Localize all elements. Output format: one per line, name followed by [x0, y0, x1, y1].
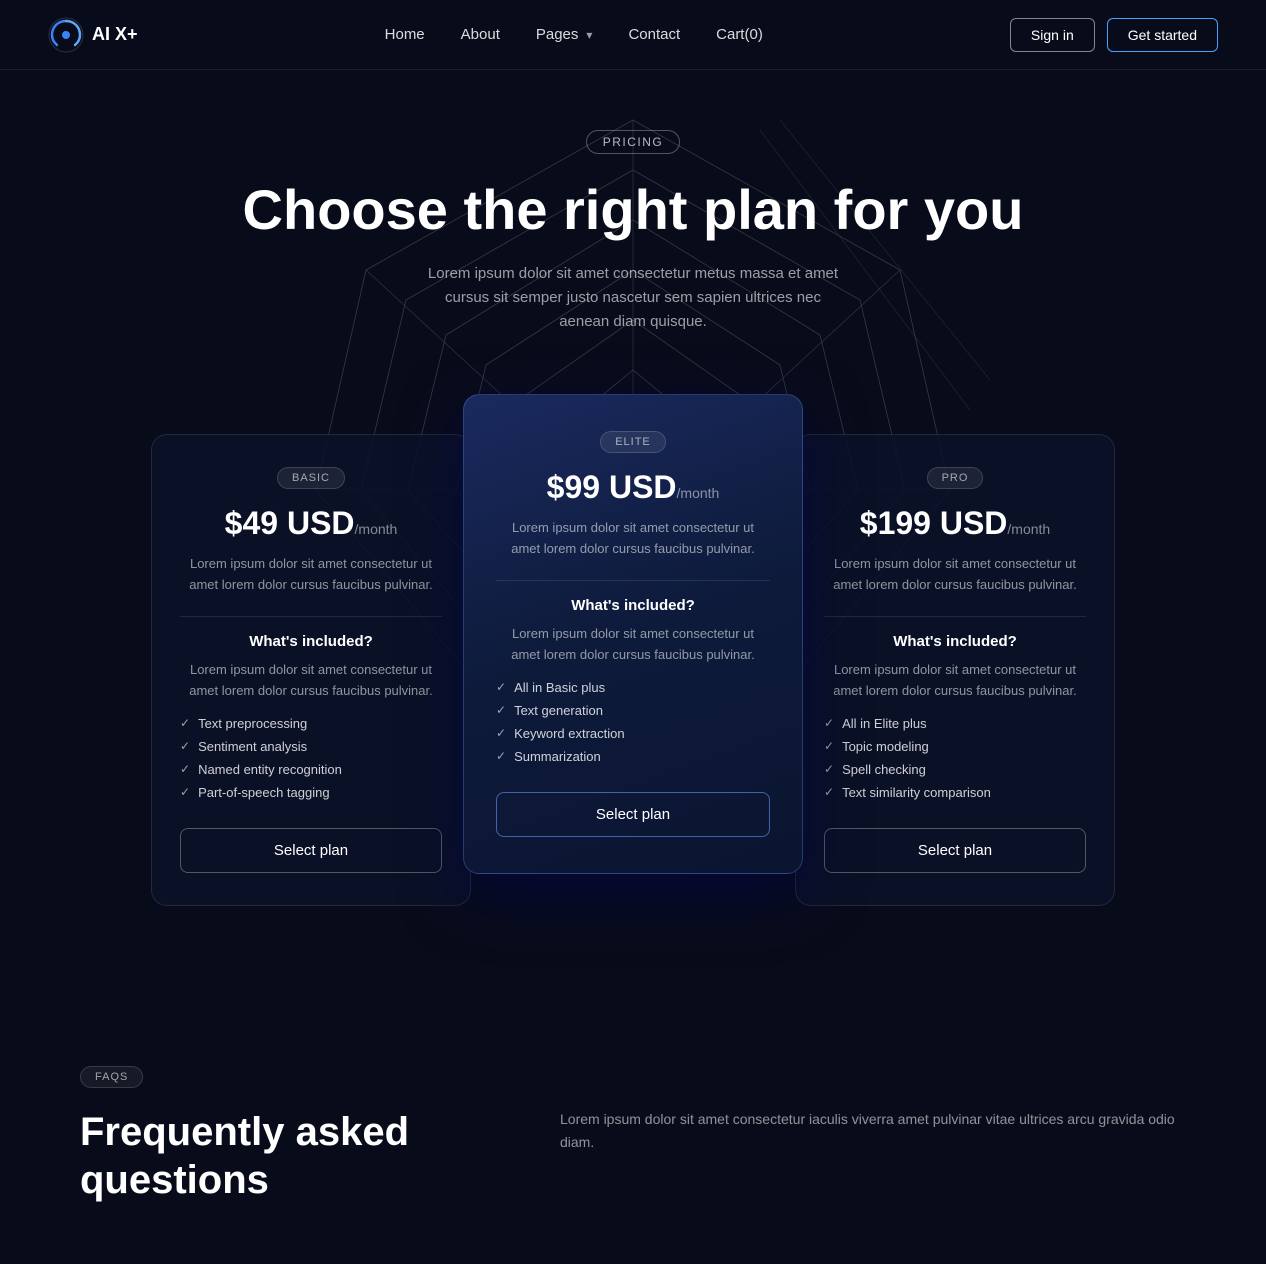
signin-button[interactable]: Sign in	[1010, 18, 1095, 52]
basic-desc: Lorem ipsum dolor sit amet consectetur u…	[180, 554, 442, 596]
plan-card-pro: PRO $199 USD/month Lorem ipsum dolor sit…	[795, 434, 1115, 905]
basic-feature-3: ✓Named entity recognition	[180, 762, 442, 777]
pages-dropdown-icon	[586, 26, 592, 43]
basic-feature-4: ✓Part-of-speech tagging	[180, 785, 442, 800]
elite-whats-included: What's included?	[496, 597, 770, 614]
pro-price: $199 USD/month	[824, 505, 1086, 542]
divider	[180, 616, 442, 617]
pricing-section: PRICING Choose the right plan for you Lo…	[0, 70, 1266, 986]
nav-pages[interactable]: Pages	[536, 26, 593, 43]
pricing-cards: BASIC $49 USD/month Lorem ipsum dolor si…	[0, 394, 1266, 905]
basic-badge: BASIC	[277, 467, 345, 489]
pro-feature-3: ✓Spell checking	[824, 762, 1086, 777]
check-icon: ✓	[824, 716, 834, 730]
getstarted-button[interactable]: Get started	[1107, 18, 1218, 52]
elite-desc: Lorem ipsum dolor sit amet consectetur u…	[496, 518, 770, 560]
basic-features: ✓Text preprocessing ✓Sentiment analysis …	[180, 716, 442, 800]
nav-cart[interactable]: Cart(0)	[716, 26, 763, 43]
elite-feature-2: ✓Text generation	[496, 703, 770, 718]
faq-layout: Frequently asked questions Lorem ipsum d…	[80, 1108, 1186, 1204]
elite-feature-4: ✓Summarization	[496, 749, 770, 764]
logo-text: AI X+	[92, 24, 138, 45]
nav-home[interactable]: Home	[385, 26, 425, 43]
basic-price: $49 USD/month	[180, 505, 442, 542]
elite-feature-3: ✓Keyword extraction	[496, 726, 770, 741]
faq-section: FAQS Frequently asked questions Lorem ip…	[0, 986, 1266, 1264]
basic-feature-2: ✓Sentiment analysis	[180, 739, 442, 754]
faq-badge: FAQS	[80, 1066, 143, 1088]
pro-badge: PRO	[927, 467, 984, 489]
nav-contact[interactable]: Contact	[628, 26, 680, 43]
check-icon: ✓	[180, 716, 190, 730]
check-icon: ✓	[824, 739, 834, 753]
check-icon: ✓	[824, 785, 834, 799]
faq-title: Frequently asked questions	[80, 1108, 480, 1204]
elite-price: $99 USD/month	[496, 469, 770, 506]
navbar: AI X+ Home About Pages Contact Cart(0) S…	[0, 0, 1266, 70]
check-icon: ✓	[496, 680, 506, 694]
check-icon: ✓	[180, 739, 190, 753]
basic-whats-included: What's included?	[180, 633, 442, 650]
nav-links: Home About Pages Contact Cart(0)	[385, 26, 763, 44]
check-icon: ✓	[180, 762, 190, 776]
nav-about[interactable]: About	[461, 26, 500, 43]
pro-features: ✓All in Elite plus ✓Topic modeling ✓Spel…	[824, 716, 1086, 800]
nav-buttons: Sign in Get started	[1010, 18, 1218, 52]
faq-description: Lorem ipsum dolor sit amet consectetur i…	[560, 1108, 1186, 1156]
pro-desc: Lorem ipsum dolor sit amet consectetur u…	[824, 554, 1086, 596]
logo[interactable]: AI X+	[48, 17, 138, 53]
check-icon: ✓	[824, 762, 834, 776]
pro-whats-included: What's included?	[824, 633, 1086, 650]
basic-included-desc: Lorem ipsum dolor sit amet consectetur u…	[180, 660, 442, 702]
logo-icon	[48, 17, 84, 53]
divider	[496, 580, 770, 581]
check-icon: ✓	[496, 726, 506, 740]
pricing-badge: PRICING	[0, 130, 1266, 178]
check-icon: ✓	[496, 749, 506, 763]
divider	[824, 616, 1086, 617]
elite-features: ✓All in Basic plus ✓Text generation ✓Key…	[496, 680, 770, 764]
pro-feature-1: ✓All in Elite plus	[824, 716, 1086, 731]
pro-included-desc: Lorem ipsum dolor sit amet consectetur u…	[824, 660, 1086, 702]
check-icon: ✓	[180, 785, 190, 799]
elite-badge: ELITE	[600, 431, 666, 453]
check-icon: ✓	[496, 703, 506, 717]
elite-select-button[interactable]: Select plan	[496, 792, 770, 837]
basic-select-button[interactable]: Select plan	[180, 828, 442, 873]
pro-feature-2: ✓Topic modeling	[824, 739, 1086, 754]
faq-left: Frequently asked questions	[80, 1108, 480, 1204]
pricing-subtitle: Lorem ipsum dolor sit amet consectetur m…	[423, 262, 843, 334]
pricing-title: Choose the right plan for you	[0, 178, 1266, 242]
pro-select-button[interactable]: Select plan	[824, 828, 1086, 873]
elite-feature-1: ✓All in Basic plus	[496, 680, 770, 695]
faq-right: Lorem ipsum dolor sit amet consectetur i…	[560, 1108, 1186, 1156]
plan-card-elite: ELITE $99 USD/month Lorem ipsum dolor si…	[463, 394, 803, 873]
basic-feature-1: ✓Text preprocessing	[180, 716, 442, 731]
plan-card-basic: BASIC $49 USD/month Lorem ipsum dolor si…	[151, 434, 471, 905]
elite-included-desc: Lorem ipsum dolor sit amet consectetur u…	[496, 624, 770, 666]
pro-feature-4: ✓Text similarity comparison	[824, 785, 1086, 800]
